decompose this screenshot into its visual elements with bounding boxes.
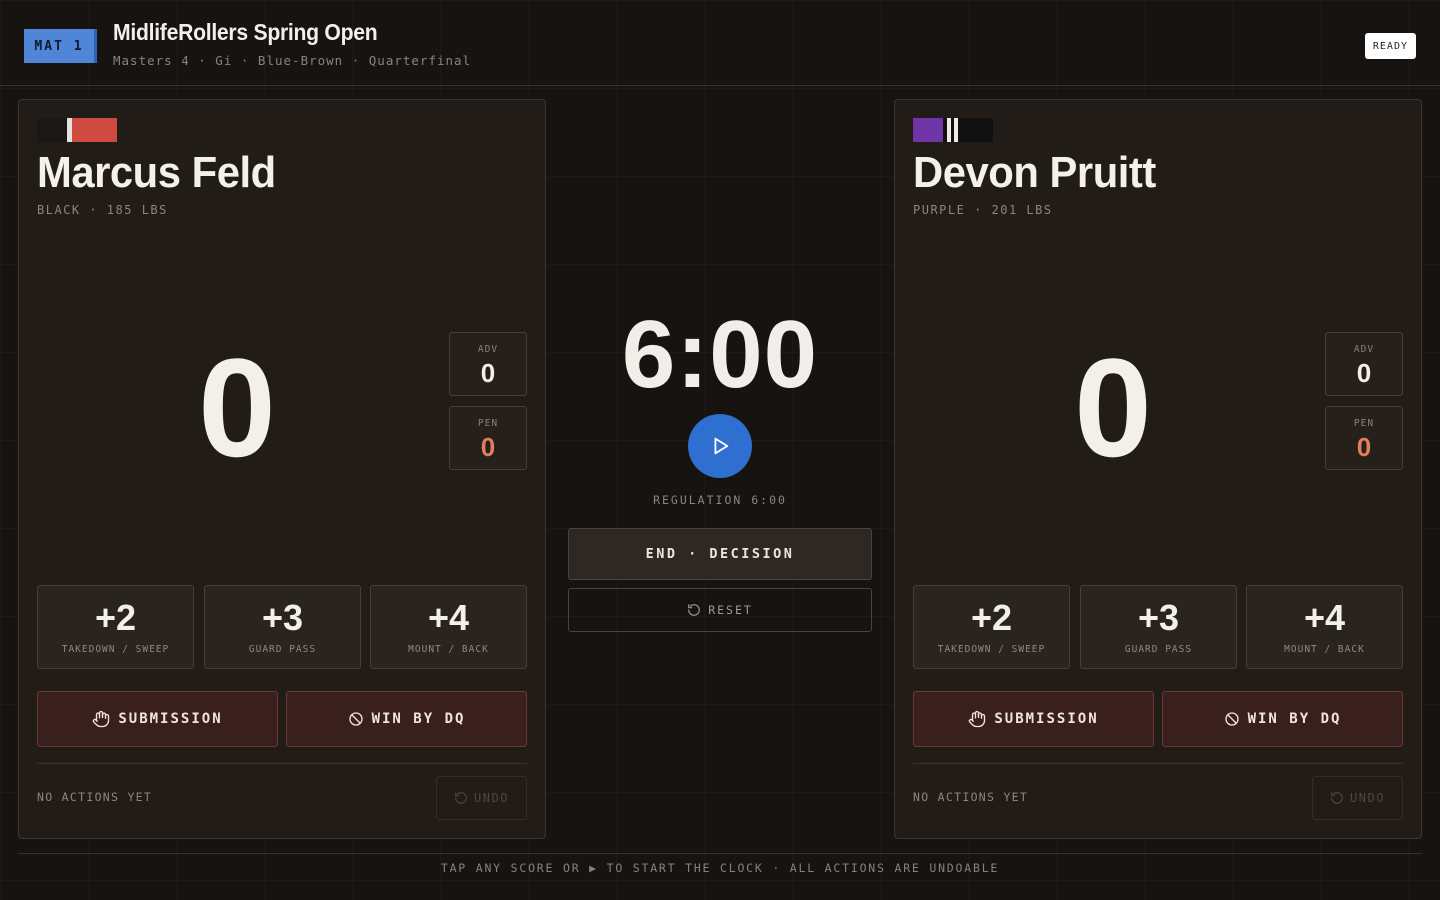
competitor-meta: PURPLE · 201 LBS	[913, 203, 1053, 217]
competitor-meta: BLACK · 185 LBS	[37, 203, 168, 217]
undo-button[interactable]: UNDO	[1312, 776, 1403, 820]
belt-indicator	[37, 118, 117, 142]
dq-label: WIN BY DQ	[1247, 711, 1342, 727]
mount-back-button[interactable]: +4 MOUNT / BACK	[1246, 585, 1403, 669]
competitor-score[interactable]: 0	[895, 338, 1331, 478]
scoreboard-header: MAT 1 MidlifeRollers Spring Open Masters…	[0, 0, 1440, 86]
points-label: MOUNT / BACK	[1284, 644, 1365, 655]
submission-button[interactable]: SUBMISSION	[913, 691, 1154, 747]
reset-icon	[688, 604, 700, 616]
belt-segment	[37, 118, 67, 142]
penalty-value: 0	[1356, 432, 1372, 462]
penalty-counter[interactable]: PEN 0	[449, 406, 527, 470]
points-value: +3	[1137, 597, 1180, 638]
divider	[37, 763, 527, 764]
undo-label: UNDO	[474, 791, 509, 805]
mat-badge: MAT 1	[24, 29, 97, 63]
ban-icon	[1224, 712, 1239, 726]
dq-label: WIN BY DQ	[371, 711, 466, 727]
undo-button[interactable]: UNDO	[436, 776, 527, 820]
event-subtitle: Masters 4 · Gi · Blue-Brown · Quarterfin…	[113, 53, 472, 68]
points-value: +4	[1303, 597, 1346, 638]
points-value: +2	[94, 597, 137, 638]
undo-icon	[455, 792, 467, 804]
guard-pass-button[interactable]: +3 GUARD PASS	[204, 585, 361, 669]
takedown-sweep-button[interactable]: +2 TAKEDOWN / SWEEP	[37, 585, 194, 669]
belt-segment	[958, 118, 993, 142]
guard-pass-button[interactable]: +3 GUARD PASS	[1080, 585, 1237, 669]
points-label: GUARD PASS	[1124, 644, 1193, 655]
penalty-counter[interactable]: PEN 0	[1325, 406, 1403, 470]
match-clock: 6:00	[621, 301, 819, 408]
divider	[913, 763, 1403, 764]
undo-label: UNDO	[1350, 791, 1385, 805]
hand-icon	[969, 710, 986, 728]
reset-label: RESET	[708, 603, 753, 617]
points-value: +4	[427, 597, 470, 638]
belt-segment	[913, 118, 943, 142]
points-label: MOUNT / BACK	[408, 644, 489, 655]
competitor-panel-left: Marcus Feld BLACK · 185 LBS 0 ADV 0 PEN …	[18, 99, 546, 839]
mount-back-button[interactable]: +4 MOUNT / BACK	[370, 585, 527, 669]
submission-button[interactable]: SUBMISSION	[37, 691, 278, 747]
competitor-score[interactable]: 0	[19, 338, 455, 478]
footer-hint: TAP ANY SCORE OR ▶ TO START THE CLOCK · …	[440, 861, 1000, 875]
submission-label: SUBMISSION	[118, 711, 223, 727]
advantage-label: ADV	[477, 344, 499, 355]
play-button[interactable]	[688, 414, 752, 478]
regulation-time: REGULATION 6:00	[653, 493, 787, 507]
competitor-panel-right: Devon Pruitt PURPLE · 201 LBS 0 ADV 0 PE…	[894, 99, 1422, 839]
submission-label: SUBMISSION	[994, 711, 1099, 727]
penalty-label: PEN	[477, 418, 499, 429]
status-badge: READY	[1364, 33, 1416, 59]
points-value: +2	[970, 597, 1013, 638]
competitor-name: Devon Pruitt	[913, 148, 1156, 197]
advantage-counter[interactable]: ADV 0	[449, 332, 527, 396]
points-label: GUARD PASS	[248, 644, 317, 655]
footer-divider	[18, 853, 1422, 854]
penalty-label: PEN	[1353, 418, 1375, 429]
advantage-label: ADV	[1353, 344, 1375, 355]
competitor-name: Marcus Feld	[37, 148, 276, 197]
penalty-value: 0	[480, 432, 496, 462]
points-label: TAKEDOWN / SWEEP	[61, 644, 170, 655]
ban-icon	[348, 712, 363, 726]
end-decision-button[interactable]: END · DECISION	[568, 528, 872, 580]
reset-button[interactable]: RESET	[568, 588, 872, 632]
action-history-empty: NO ACTIONS YET	[913, 790, 1029, 804]
event-title: MidlifeRollers Spring Open	[113, 19, 378, 45]
win-by-dq-button[interactable]: WIN BY DQ	[1162, 691, 1403, 747]
belt-indicator	[913, 118, 993, 142]
points-value: +3	[261, 597, 304, 638]
takedown-sweep-button[interactable]: +2 TAKEDOWN / SWEEP	[913, 585, 1070, 669]
action-history-empty: NO ACTIONS YET	[37, 790, 153, 804]
advantage-value: 0	[480, 358, 496, 388]
points-label: TAKEDOWN / SWEEP	[937, 644, 1046, 655]
hand-icon	[93, 710, 110, 728]
advantage-counter[interactable]: ADV 0	[1325, 332, 1403, 396]
advantage-value: 0	[1356, 358, 1372, 388]
undo-icon	[1331, 792, 1343, 804]
win-by-dq-button[interactable]: WIN BY DQ	[286, 691, 527, 747]
belt-segment	[72, 118, 117, 142]
play-icon	[714, 437, 729, 455]
